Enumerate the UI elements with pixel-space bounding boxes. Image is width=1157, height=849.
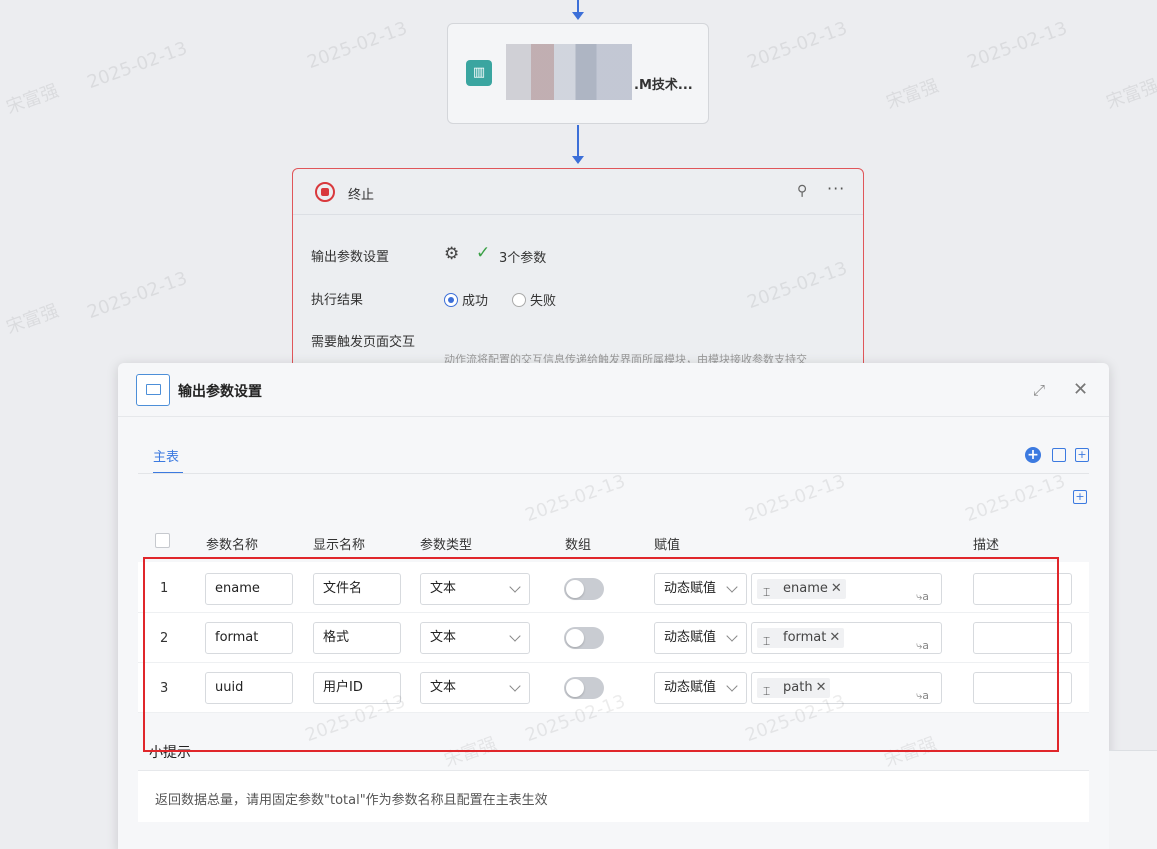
watermark: 宋富强 (3, 80, 62, 119)
radio-success-label: 成功 (462, 294, 489, 309)
watermark: 2025-02-13 (962, 470, 1069, 527)
watermark: 2025-02-13 (304, 17, 411, 74)
modal-title: 输出参数设置 (178, 384, 262, 400)
expand-icon[interactable]: ⤢ (1033, 381, 1045, 399)
radio-fail-dot[interactable] (512, 293, 526, 307)
watermark: 宋富强 (3, 300, 62, 339)
blurred-node-name (506, 44, 632, 100)
tip-text: 返回数据总量，请用固定参数"total"作为参数名称且配置在主表生效 (155, 793, 548, 808)
watermark: 2025-02-13 (522, 470, 629, 527)
close-icon[interactable]: ✕ (1073, 379, 1088, 400)
header-array: 数组 (565, 538, 592, 553)
watermark: 2025-02-13 (964, 17, 1071, 74)
add-circle-icon[interactable]: + (1025, 447, 1041, 463)
add-row-icon[interactable]: + (1073, 490, 1087, 504)
end-node[interactable]: 终止 ⚲ ··· 输出参数设置 ⚙ ✓ 3个参数 执行结果 成功 失败 需要触发… (292, 168, 864, 388)
radio-fail[interactable]: 失败 (512, 290, 556, 309)
select-all-checkbox[interactable] (155, 533, 170, 548)
flow-node-title: .M技术... (634, 78, 693, 93)
watermark: 宋富强 (883, 75, 942, 114)
radio-success-dot[interactable] (444, 293, 458, 307)
watermark: 2025-02-13 (84, 267, 191, 324)
watermark: 2025-02-13 (84, 37, 191, 94)
waveform-icon: ▥ (466, 60, 492, 86)
trigger-label: 需要触发页面交互 (311, 335, 416, 350)
flow-connector-middle (577, 125, 579, 157)
pin-icon[interactable]: ⚲ (797, 183, 807, 199)
stop-icon (315, 182, 335, 202)
radio-success[interactable]: 成功 (444, 290, 488, 309)
flow-node-card[interactable]: ▥ .M技术... (447, 23, 709, 124)
result-label: 执行结果 (311, 293, 364, 308)
header-assign: 赋值 (654, 538, 681, 553)
header-param-name: 参数名称 (206, 538, 259, 553)
arrow-down-icon (572, 156, 584, 164)
monitor-icon (136, 374, 170, 406)
header-desc: 描述 (973, 538, 1000, 553)
header-param-type: 参数类型 (420, 538, 473, 553)
watermark: 2025-02-13 (744, 17, 851, 74)
highlight-annotation (143, 557, 1059, 752)
copy-icon[interactable] (1052, 448, 1066, 462)
watermark: 宋富强 (1103, 75, 1157, 114)
add-table-icon[interactable]: + (1075, 448, 1089, 462)
watermark: 2025-02-13 (742, 470, 849, 527)
more-icon[interactable]: ··· (827, 179, 845, 198)
end-node-title: 终止 (348, 188, 375, 203)
gear-icon[interactable]: ⚙ (444, 244, 459, 264)
end-node-header: 终止 ⚲ ··· (293, 169, 863, 215)
check-icon: ✓ (476, 243, 491, 263)
arrow-down-icon (572, 12, 584, 20)
tabs-divider (138, 473, 1089, 474)
table-header: 参数名称 显示名称 参数类型 数组 赋值 描述 (138, 520, 1089, 562)
modal-header: 输出参数设置 ⤢ ✕ (118, 363, 1109, 417)
tab-main[interactable]: 主表 (153, 446, 179, 465)
param-count: 3个参数 (499, 251, 547, 266)
radio-fail-label: 失败 (530, 294, 557, 309)
background-panel-edge (1109, 750, 1157, 849)
output-params-label: 输出参数设置 (311, 250, 390, 265)
header-display-name: 显示名称 (313, 538, 366, 553)
